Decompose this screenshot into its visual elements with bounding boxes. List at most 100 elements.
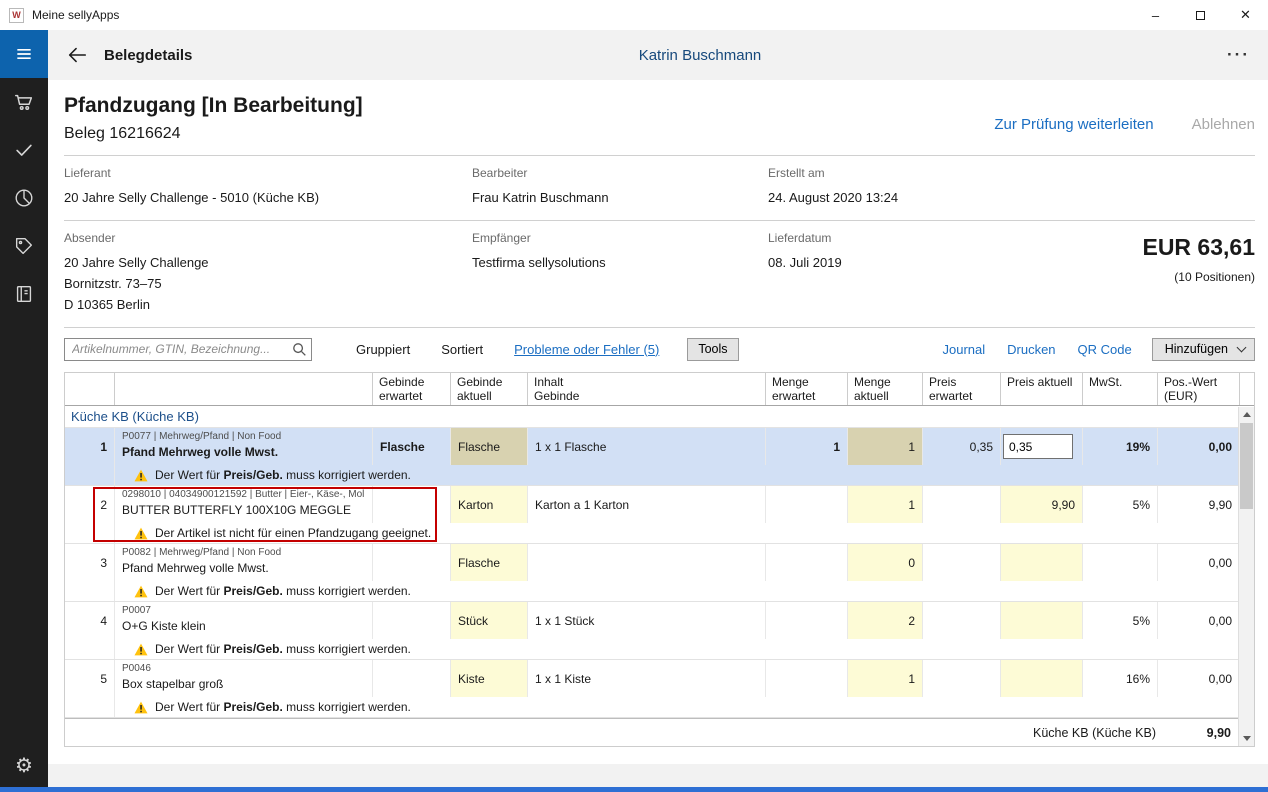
info-bearbeiter: Bearbeiter Frau Katrin Buschmann bbox=[472, 166, 768, 208]
problems-errors-link[interactable]: Probleme oder Fehler (5) bbox=[514, 342, 659, 357]
more-options-button[interactable]: ··· bbox=[1227, 45, 1250, 65]
row-number: 5 bbox=[65, 660, 115, 697]
warning-icon bbox=[134, 469, 148, 482]
row-warning: Der Wert für Preis/Geb. muss korrigiert … bbox=[65, 581, 1240, 602]
gebinde-erwartet-cell bbox=[373, 486, 451, 523]
preis-aktuell-cell[interactable] bbox=[1001, 602, 1083, 639]
menge-erwartet-cell bbox=[766, 660, 848, 697]
sidebar-item-labels[interactable] bbox=[0, 222, 48, 270]
sidebar-item-cart[interactable] bbox=[0, 78, 48, 126]
gebinde-aktuell-cell[interactable]: Stück bbox=[451, 602, 528, 639]
footer-group-label: Küche KB (Küche KB) bbox=[1033, 726, 1156, 740]
col-preis-aktuell: Preis aktuell bbox=[1001, 373, 1083, 405]
preis-aktuell-input[interactable] bbox=[1003, 434, 1073, 459]
app-icon: W bbox=[9, 8, 24, 23]
preis-erwartet-cell: 0,35 bbox=[923, 428, 1001, 465]
position-row-4[interactable]: 4 P0007 O+G Kiste klein Stück 1 x 1 Stüc… bbox=[65, 602, 1240, 639]
positions-toolbar: Gruppiert Sortiert Probleme oder Fehler … bbox=[64, 337, 1255, 361]
table-header-row: Gebinde erwartet Gebinde aktuell Inhalt … bbox=[65, 373, 1254, 406]
group-header[interactable]: Küche KB (Küche KB) bbox=[65, 406, 1240, 428]
scroll-down-icon bbox=[1243, 736, 1251, 741]
article-name: BUTTER BUTTERFLY 100X10G MEGGLE bbox=[122, 503, 365, 517]
tools-button[interactable]: Tools bbox=[687, 338, 738, 361]
table-footer: Küche KB (Küche KB) 9,90 bbox=[65, 718, 1254, 746]
pos-wert-cell: 0,00 bbox=[1158, 544, 1240, 581]
menge-erwartet-cell: 1 bbox=[766, 428, 848, 465]
app-header: Belegdetails Katrin Buschmann ··· bbox=[48, 30, 1268, 80]
qr-code-link[interactable]: QR Code bbox=[1078, 342, 1132, 357]
mwst-cell: 16% bbox=[1083, 660, 1158, 697]
col-gebinde-erwartet: Gebinde erwartet bbox=[373, 373, 451, 405]
hamburger-menu-button[interactable] bbox=[0, 30, 48, 78]
journal-link[interactable]: Journal bbox=[942, 342, 985, 357]
row-number: 4 bbox=[65, 602, 115, 639]
vertical-scrollbar[interactable] bbox=[1238, 407, 1254, 746]
menge-aktuell-cell[interactable]: 1 bbox=[848, 428, 923, 465]
info-erstellt-am: Erstellt am 24. August 2020 13:24 bbox=[768, 166, 1008, 208]
position-row-2[interactable]: 2 0298010 | 04034900121592 | Butter | Ei… bbox=[65, 486, 1240, 523]
cart-icon bbox=[13, 91, 35, 113]
drucken-link[interactable]: Drucken bbox=[1007, 342, 1055, 357]
settings-button[interactable]: ⚙ bbox=[15, 756, 33, 776]
gebinde-aktuell-cell[interactable]: Kiste bbox=[451, 660, 528, 697]
menge-erwartet-cell bbox=[766, 486, 848, 523]
preis-aktuell-cell[interactable] bbox=[1001, 544, 1083, 581]
table-row: 1 P0077 | Mehrweg/Pfand | Non Food Pfand… bbox=[65, 428, 1254, 486]
menge-aktuell-cell[interactable]: 1 bbox=[848, 486, 923, 523]
minimize-button[interactable]: – bbox=[1133, 0, 1178, 30]
inhalt-gebinde-cell: 1 x 1 Stück bbox=[528, 602, 766, 639]
article-meta: P0046 bbox=[122, 663, 365, 674]
close-button[interactable]: ✕ bbox=[1223, 0, 1268, 30]
user-name-link[interactable]: Katrin Buschmann bbox=[639, 47, 762, 64]
article-meta: P0082 | Mehrweg/Pfand | Non Food bbox=[122, 547, 365, 558]
sidebar-item-catalog[interactable] bbox=[0, 270, 48, 318]
sidebar-item-tasks[interactable] bbox=[0, 126, 48, 174]
app-window: W Meine sellyApps – ✕ bbox=[0, 0, 1268, 792]
document-total: EUR 63,61 (10 Positionen) bbox=[1008, 231, 1255, 315]
col-mwst: MwSt. bbox=[1083, 373, 1158, 405]
grouped-toggle[interactable]: Gruppiert bbox=[356, 342, 410, 357]
menge-aktuell-cell[interactable]: 1 bbox=[848, 660, 923, 697]
pos-wert-cell: 0,00 bbox=[1158, 660, 1240, 697]
gebinde-aktuell-cell[interactable]: Flasche bbox=[451, 428, 528, 465]
pie-chart-icon bbox=[13, 187, 35, 209]
row-warning: Der Wert für Preis/Geb. muss korrigiert … bbox=[65, 639, 1240, 660]
scroll-up-button[interactable] bbox=[1239, 407, 1254, 422]
table-row: 2 0298010 | 04034900121592 | Butter | Ei… bbox=[65, 486, 1254, 544]
warning-icon bbox=[134, 527, 148, 540]
hinzufuegen-dropdown-button[interactable]: Hinzufügen bbox=[1152, 338, 1255, 361]
preis-aktuell-cell[interactable] bbox=[1001, 660, 1083, 697]
warning-icon bbox=[134, 643, 148, 656]
maximize-button[interactable] bbox=[1178, 0, 1223, 30]
scrollbar-thumb[interactable] bbox=[1240, 423, 1253, 509]
inhalt-gebinde-cell: Karton a 1 Karton bbox=[528, 486, 766, 523]
reject-button[interactable]: Ablehnen bbox=[1192, 116, 1255, 133]
menge-aktuell-cell[interactable]: 2 bbox=[848, 602, 923, 639]
inhalt-gebinde-cell bbox=[528, 544, 766, 581]
forward-for-review-button[interactable]: Zur Prüfung weiterleiten bbox=[994, 116, 1153, 133]
preis-aktuell-cell[interactable]: 9,90 bbox=[1001, 486, 1083, 523]
search-input[interactable] bbox=[64, 338, 312, 361]
total-amount: EUR 63,61 bbox=[1008, 234, 1255, 261]
titlebar: W Meine sellyApps – ✕ bbox=[0, 0, 1268, 30]
article-cell: P0007 O+G Kiste klein bbox=[115, 602, 373, 639]
search-icon[interactable] bbox=[292, 342, 307, 362]
sorted-toggle[interactable]: Sortiert bbox=[441, 342, 483, 357]
sidebar: ⚙ bbox=[0, 30, 48, 792]
gebinde-aktuell-cell[interactable]: Karton bbox=[451, 486, 528, 523]
position-row-5[interactable]: 5 P0046 Box stapelbar groß Kiste 1 x 1 K… bbox=[65, 660, 1240, 697]
article-meta: 0298010 | 04034900121592 | Butter | Eier… bbox=[122, 489, 365, 500]
article-name: Pfand Mehrweg volle Mwst. bbox=[122, 445, 365, 459]
hamburger-icon bbox=[14, 44, 34, 64]
menge-erwartet-cell bbox=[766, 544, 848, 581]
scroll-down-button[interactable] bbox=[1239, 731, 1254, 746]
menge-aktuell-cell[interactable]: 0 bbox=[848, 544, 923, 581]
row-warning: Der Artikel ist nicht für einen Pfandzug… bbox=[65, 523, 1240, 544]
back-button[interactable] bbox=[66, 44, 88, 66]
position-row-1[interactable]: 1 P0077 | Mehrweg/Pfand | Non Food Pfand… bbox=[65, 428, 1240, 465]
preis-aktuell-cell bbox=[1001, 428, 1083, 465]
sidebar-item-statistics[interactable] bbox=[0, 174, 48, 222]
mwst-cell bbox=[1083, 544, 1158, 581]
position-row-3[interactable]: 3 P0082 | Mehrweg/Pfand | Non Food Pfand… bbox=[65, 544, 1240, 581]
gebinde-aktuell-cell[interactable]: Flasche bbox=[451, 544, 528, 581]
